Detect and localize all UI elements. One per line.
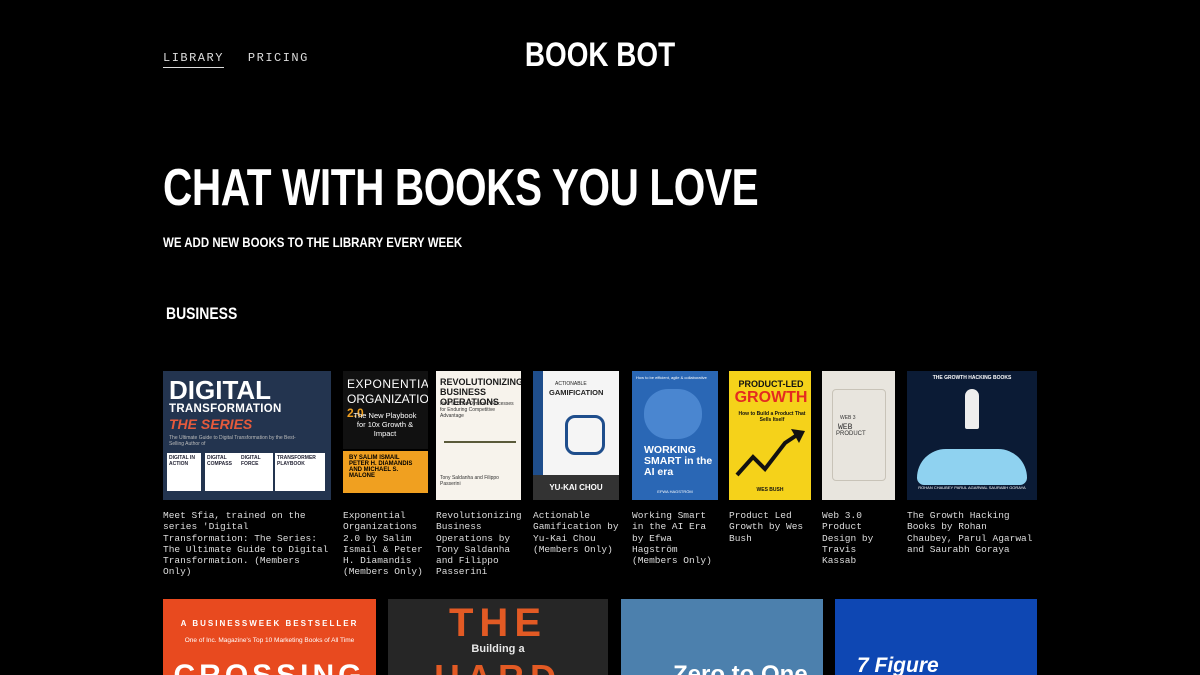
book-cover[interactable]: REVOLUTIONIZING BUSINESS OPERATIONS How … [436,371,521,500]
book-cover[interactable]: DIGITAL TRANSFORMATION THE SERIES The Ul… [163,371,331,500]
book-card-growth-hacking[interactable]: THE GROWTH HACKING BOOKS ROHAN CHAUBEY P… [907,371,1037,555]
mini-cover-text: TRANSFORMER PLAYBOOK [277,455,316,467]
mini-cover-text: DIGITAL IN ACTION [169,455,195,467]
book-card-web3-product-design[interactable]: WEB 3 WEB PRODUCT Web 3.0 Product Design… [822,371,895,566]
mini-cover: TRANSFORMER PLAYBOOK [275,453,325,491]
mini-cover: DIGITAL COMPASS [205,453,239,491]
cover-text: ACTIONABLE [555,381,587,387]
cover-author: EFWA HAGSTRÖM [657,489,693,494]
book-caption[interactable]: Web 3.0 Product Design by Travis Kassab [822,510,895,566]
brain-illustration [644,389,702,439]
hero-subtitle: WE ADD NEW BOOKS TO THE LIBRARY EVERY WE… [163,234,463,250]
cover-text: 7 Figure [857,654,939,675]
book-cover[interactable]: PRODUCT-LED GROWTH How to Build a Produc… [729,371,811,500]
mini-cover-text: DIGITAL COMPASS [207,455,232,467]
book-card-product-led-growth[interactable]: PRODUCT-LED GROWTH How to Build a Produc… [729,371,811,544]
cover-text: THE GROWTH HACKING BOOKS [932,375,1012,381]
growth-arrow-icon [735,429,805,477]
book-card-digital-transformation[interactable]: DIGITAL TRANSFORMATION THE SERIES The Ul… [163,371,331,578]
cover-text: Building a [471,643,525,655]
book-cover[interactable]: THE GROWTH HACKING BOOKS ROHAN CHAUBEY P… [907,371,1037,500]
book-cover[interactable]: ACTIONABLE GAMIFICATION YU-KAI CHOU [533,371,619,500]
cover-text: How to be efficient, agile & collaborati… [636,375,707,380]
cover-text: PRODUCT [836,431,866,437]
cover-text: WORKING SMART in the AI era [644,445,718,478]
rocket-icon [965,389,979,429]
cover-text: ROHAN CHAUBEY PARUL AGARWAL SAURABH GORA… [918,485,1026,490]
cover-text: PRODUCT-LED [738,379,804,389]
cover-text: How to Build a Product That Sells Itself [738,411,806,423]
octagon-icon [565,415,605,455]
cover-text: BY SALIM ISMAIL PETER H. DIAMANDIS AND M… [349,455,413,479]
book-card-crossing-the-chasm[interactable]: A BUSINESSWEEK BESTSELLER One of Inc. Ma… [163,599,376,675]
cover-text: The Ultimate Guide to Digital Transforma… [169,435,296,447]
book-caption[interactable]: Actionable Gamification by Yu-Kai Chou (… [533,510,619,555]
cover-text: GROWTH [734,389,808,406]
cover-author: WES BUSH [756,487,784,493]
cover-text: THE [449,601,547,645]
cover-text: DIGITAL [169,375,272,405]
cover-text: TRANSFORMATION [169,403,282,415]
cover-text: Tony Saldanha and Filippo Passerini [440,475,499,487]
plant-illustration [444,431,516,443]
cover-text: GAMIFICATION [549,388,604,397]
cover-text: WEB 3 [840,415,856,421]
book-cover[interactable]: How to be efficient, agile & collaborati… [632,371,718,500]
cover-text: THE SERIES [169,416,253,432]
cover-text: Zero to One [673,661,808,675]
book-card-the-hard-thing[interactable]: THE Building a HARD [388,599,608,675]
book-card-exponential-organizations[interactable]: EXPONENTIAL ORGANIZATIONS 2.0 The New Pl… [343,371,428,578]
book-card-7-figure[interactable]: 7 Figure [835,599,1037,675]
book-cover[interactable]: WEB 3 WEB PRODUCT [822,371,895,500]
cover-text: ORGANIZATIONS [347,392,428,406]
cover-text: EXPONENTIAL [347,377,428,391]
book-caption[interactable]: Revolutionizing Business Operations by T… [436,510,522,578]
cover-text: CROSSING [163,659,376,675]
cover-text: The New Playbook for 10x Growth & Impact [353,411,417,438]
hero-title: CHAT WITH BOOKS YOU LOVE [163,159,759,217]
book-cover[interactable]: EXPONENTIAL ORGANIZATIONS 2.0 The New Pl… [343,371,428,500]
mini-cover-text: DIGITAL FORCE [241,455,261,467]
book-caption[interactable]: Exponential Organizations 2.0 by Salim I… [343,510,428,578]
book-card-revolutionizing-business-operations[interactable]: REVOLUTIONIZING BUSINESS OPERATIONS How … [436,371,522,578]
mini-cover: DIGITAL IN ACTION [167,453,201,491]
section-title-business: BUSINESS [166,304,238,323]
brand-logo[interactable]: BOOK BOT [108,36,1092,75]
book-caption[interactable]: The Growth Hacking Books by Rohan Chaube… [907,510,1037,555]
book-card-zero-to-one[interactable]: Zero to One [621,599,823,675]
book-caption[interactable]: Meet Sfia, trained on the series 'Digita… [163,510,331,578]
book-card-actionable-gamification[interactable]: ACTIONABLE GAMIFICATION YU-KAI CHOU Acti… [533,371,619,555]
cover-text: How to Build Dynamic Processes for Endur… [440,401,514,419]
mini-cover: DIGITAL FORCE [239,453,273,491]
cover-author: YU-KAI CHOU [533,475,619,500]
cover-text: One of Inc. Magazine's Top 10 Marketing … [184,637,355,644]
book-caption[interactable]: Product Led Growth by Wes Bush [729,510,811,544]
book-caption[interactable]: Working Smart in the AI Era by Efwa Hags… [632,510,718,566]
cover-text: A BUSINESSWEEK BESTSELLER [180,619,359,628]
cover-text: HARD [388,657,608,675]
smoke-illustration [917,449,1027,485]
cover-text: SMART in the AI era [644,455,713,478]
book-card-working-smart[interactable]: How to be efficient, agile & collaborati… [632,371,718,566]
